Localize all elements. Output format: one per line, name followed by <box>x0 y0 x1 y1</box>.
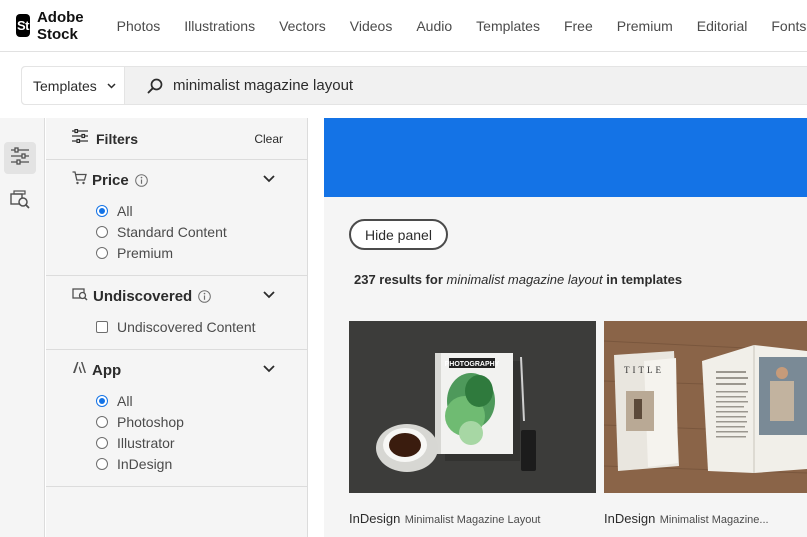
adobe-app-icon <box>72 361 87 379</box>
chevron-down-icon[interactable] <box>263 365 275 373</box>
radio[interactable] <box>96 457 108 470</box>
hide-panel-button[interactable]: Hide panel <box>349 219 448 250</box>
nav-vectors[interactable]: Vectors <box>279 18 326 34</box>
nav-templates[interactable]: Templates <box>476 18 540 34</box>
option-label: Illustrator <box>117 434 175 451</box>
card-title[interactable]: Minimalist Magazine Layout <box>405 514 541 526</box>
info-icon[interactable] <box>198 289 212 303</box>
radio-selected[interactable] <box>96 394 108 407</box>
option-label: Photoshop <box>117 413 184 430</box>
adobe-stock-logo[interactable]: St Adobe Stock <box>16 9 93 43</box>
search-icon[interactable] <box>147 78 163 94</box>
app-option-photoshop[interactable]: Photoshop <box>46 411 307 432</box>
nav-premium[interactable]: Premium <box>617 18 673 34</box>
radio[interactable] <box>96 415 108 428</box>
option-label: Premium <box>117 244 174 261</box>
chevron-down-icon <box>107 82 116 89</box>
search-input[interactable] <box>173 77 773 94</box>
nav-illustrations[interactable]: Illustrations <box>184 18 255 34</box>
price-option-standard[interactable]: Standard Content <box>46 221 307 242</box>
nav-videos[interactable]: Videos <box>350 18 393 34</box>
app-section: App All Photoshop Illustrator InDesign <box>46 350 307 487</box>
price-option-all[interactable]: All <box>46 200 307 221</box>
nav-editorial[interactable]: Editorial <box>697 18 748 34</box>
results-count: 237 results for <box>354 272 443 287</box>
card-app: InDesign <box>604 511 656 526</box>
result-card-image[interactable]: PHOTOGRAPHY <box>349 321 596 493</box>
result-card-caption: InDesign Minimalist Magazine Layout <box>349 510 596 528</box>
asset-type-label: Templates <box>33 77 97 94</box>
price-option-premium[interactable]: Premium <box>46 242 307 263</box>
option-label: Undiscovered Content <box>117 318 256 335</box>
app-section-header[interactable]: App <box>46 350 307 390</box>
price-title: Price <box>92 171 129 189</box>
filters-icon <box>72 128 88 148</box>
magazine-spread-image: TITLE <box>604 321 807 493</box>
image-search-icon <box>72 287 88 306</box>
card-app: InDesign <box>349 511 401 526</box>
app-title: App <box>92 361 122 379</box>
cover-title: PHOTOGRAPHY <box>445 361 500 368</box>
filter-panel: Filters Clear Price All Standard Content… <box>46 118 308 537</box>
sliders-icon <box>10 146 30 170</box>
nav-photos[interactable]: Photos <box>117 18 161 34</box>
radio[interactable] <box>96 246 108 259</box>
option-label: All <box>117 392 133 409</box>
results-suffix: in templates <box>606 272 683 287</box>
option-label: InDesign <box>117 455 173 472</box>
app-option-indesign[interactable]: InDesign <box>46 453 307 474</box>
undiscovered-content-option[interactable]: Undiscovered Content <box>46 316 307 337</box>
left-rail <box>0 118 45 537</box>
undiscovered-title: Undiscovered <box>93 287 193 305</box>
app-option-illustrator[interactable]: Illustrator <box>46 432 307 453</box>
price-section-header[interactable]: Price <box>46 160 307 200</box>
image-search-icon <box>9 189 31 215</box>
card-title[interactable]: Minimalist Magazine... <box>660 514 769 526</box>
chevron-down-icon[interactable] <box>263 291 275 299</box>
app-option-all[interactable]: All <box>46 390 307 411</box>
nav-free[interactable]: Free <box>564 18 593 34</box>
magazine-mockup-image: PHOTOGRAPHY <box>349 321 596 493</box>
nav-fonts[interactable]: Fonts <box>771 18 806 34</box>
undiscovered-section: Undiscovered Undiscovered Content <box>46 276 307 350</box>
asset-type-select[interactable]: Templates <box>22 67 125 104</box>
radio-selected[interactable] <box>96 204 108 217</box>
nav-menu: Photos Illustrations Vectors Videos Audi… <box>105 18 807 34</box>
clear-filters-button[interactable]: Clear <box>254 132 283 146</box>
filters-title: Filters <box>96 130 139 147</box>
chevron-down-icon[interactable] <box>263 175 275 183</box>
cart-icon <box>72 170 87 190</box>
search-bar: Templates <box>21 66 807 105</box>
visual-search-button[interactable] <box>4 186 36 218</box>
filters-toggle-button[interactable] <box>4 142 36 174</box>
option-label: Standard Content <box>117 223 227 240</box>
radio[interactable] <box>96 436 108 449</box>
radio[interactable] <box>96 225 108 238</box>
logo-mark: St <box>16 14 30 37</box>
result-card-caption: InDesign Minimalist Magazine... <box>604 510 807 528</box>
logo-text: Adobe Stock <box>36 8 84 43</box>
price-section: Price All Standard Content Premium <box>46 160 307 276</box>
filters-header: Filters Clear <box>46 118 307 160</box>
results-summary: 237 results for minimalist magazine layo… <box>354 272 682 287</box>
info-icon[interactable] <box>134 173 148 187</box>
undiscovered-section-header[interactable]: Undiscovered <box>46 276 307 316</box>
top-nav: St Adobe Stock Photos Illustrations Vect… <box>0 0 807 52</box>
results-query: minimalist magazine layout <box>446 272 603 287</box>
nav-audio[interactable]: Audio <box>416 18 452 34</box>
option-label: All <box>117 202 133 219</box>
cover-title: TITLE <box>624 365 664 375</box>
result-card-image[interactable]: TITLE <box>604 321 807 493</box>
checkbox[interactable] <box>96 320 108 333</box>
promo-banner[interactable] <box>324 118 807 197</box>
